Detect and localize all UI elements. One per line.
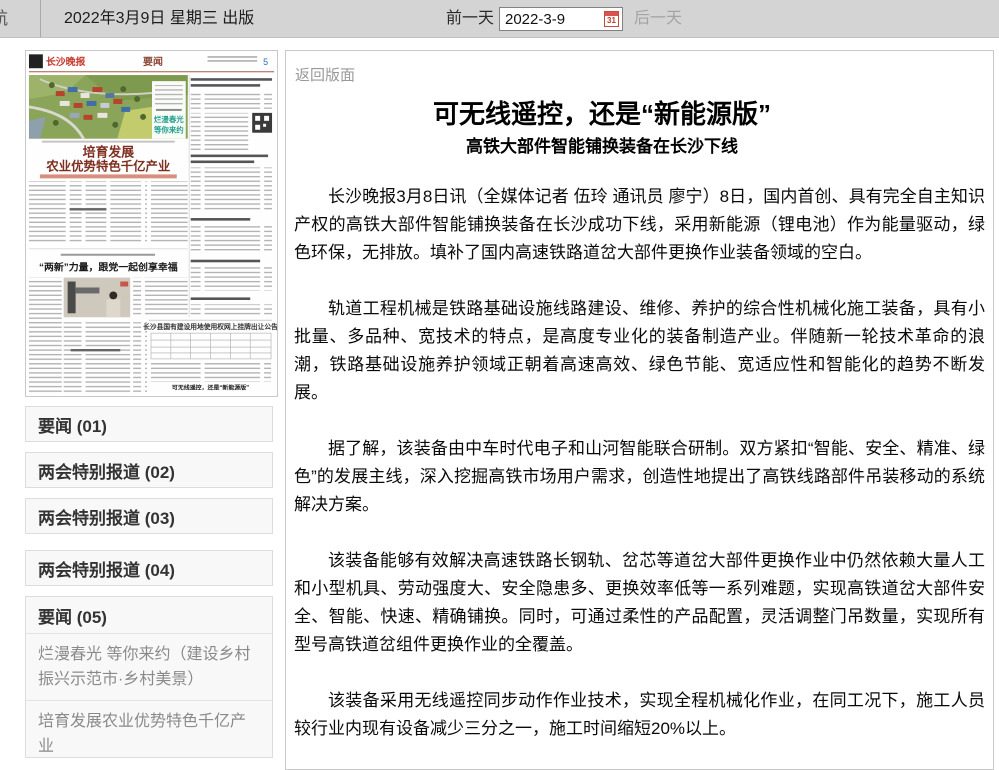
page-nav-item-05: 要闻 (05) 烂漫春光 等你来约（建设乡村振兴示范市·乡村美景） 培育发展农业… [25,596,273,758]
thumb-notice-headline: 长沙县国有建设用地使用权网上挂牌出让公告 [143,322,277,331]
article-subtitle: 高铁大部件智能铺换装备在长沙下线 [286,135,918,159]
publish-date-label: 2022年3月9日 星期三 出版 [64,0,254,38]
back-to-page-link[interactable]: 返回版面 [295,64,355,85]
page-nav-label[interactable]: 两会特别报道 (04) [26,551,272,585]
page-nav-label[interactable]: 两会特别报道 (02) [26,453,272,487]
page-nav-item-02[interactable]: 两会特别报道 (02) [25,452,273,488]
page-nav-label[interactable]: 要闻 (01) [26,407,272,441]
article-title: 可无线遥控，还是“新能源版” [286,97,918,131]
date-picker[interactable] [499,7,623,31]
article-panel: 返回版面 可无线遥控，还是“新能源版” 高铁大部件智能铺换装备在长沙下线 长沙晚… [285,50,994,770]
thumb-masthead-title: 长沙晚报 [46,55,86,68]
article-paragraph: 该装备采用无线遥控同步动作作业技术，实现全程机械化作业，在同工况下，施工人员较行… [294,687,985,743]
nav-link-partial[interactable]: 航 [0,0,8,38]
newspaper-thumbnail-graphic: 长沙晚报 要闻 5 [26,51,277,396]
date-input[interactable] [500,11,604,28]
page-nav-label-current[interactable]: 要闻 (05) [26,597,272,633]
next-day-link[interactable]: 后一天 [634,0,682,38]
top-toolbar: 航 2022年3月9日 星期三 出版 前一天 后一天 [0,0,999,38]
prev-day-link[interactable]: 前一天 [446,0,494,38]
article-link-2[interactable]: 培育发展农业优势特色千亿产业 [26,700,272,767]
article-paragraph: 据了解，该装备由中车时代电子和山河智能联合研制。双方紧扣“智能、安全、精准、绿色… [294,435,985,519]
thumb-qr-code [252,113,272,133]
article-paragraph: 长沙晚报3月8日讯（全媒体记者 伍玲 通讯员 廖宁）8日，国内首创、具有完全自主… [294,183,985,267]
article-header: 可无线遥控，还是“新能源版” 高铁大部件智能铺换装备在长沙下线 [286,97,918,159]
page-nav-item-04[interactable]: 两会特别报道 (04) [25,550,273,586]
thumb-second-headline: “两新”力量，跟党一起创享幸福 [39,261,178,274]
calendar-icon[interactable] [604,11,619,27]
thumb-page-number: 5 [263,57,268,67]
page-nav-label[interactable]: 两会特别报道 (03) [26,499,272,533]
thumb-feature-title-1: 烂漫春光 [154,114,184,124]
page-nav-item-01[interactable]: 要闻 (01) [25,406,273,442]
thumb-main-headline-1: 培育发展 [83,145,135,160]
thumb-person-photo [64,278,130,318]
article-body: 长沙晚报3月8日讯（全媒体记者 伍玲 通讯员 廖宁）8日，国内首创、具有完全自主… [286,183,993,743]
article-paragraph: 该装备能够有效解决高速铁路长钢轨、岔芯等道岔大部件更换作业中仍然依赖大量人工和小… [294,547,985,659]
page-nav-item-03[interactable]: 两会特别报道 (03) [25,498,273,534]
article-paragraph: 轨道工程机械是铁路基础设施线路建设、维修、养护的综合性机械化施工装备，具有小批量… [294,295,985,407]
thumb-mini-article-title: 可无线遥控，还是“新能源版” [172,384,249,392]
thumb-main-headline-2: 农业优势特色千亿产业 [45,158,170,173]
article-link-1[interactable]: 烂漫春光 等你来约（建设乡村振兴示范市·乡村美景） [26,633,272,700]
thumb-section-label: 要闻 [143,55,163,68]
thumb-feature-title-2: 等你来约 [154,125,184,135]
toolbar-divider [40,0,41,38]
newspaper-page-thumbnail[interactable]: 长沙晚报 要闻 5 [25,50,278,397]
